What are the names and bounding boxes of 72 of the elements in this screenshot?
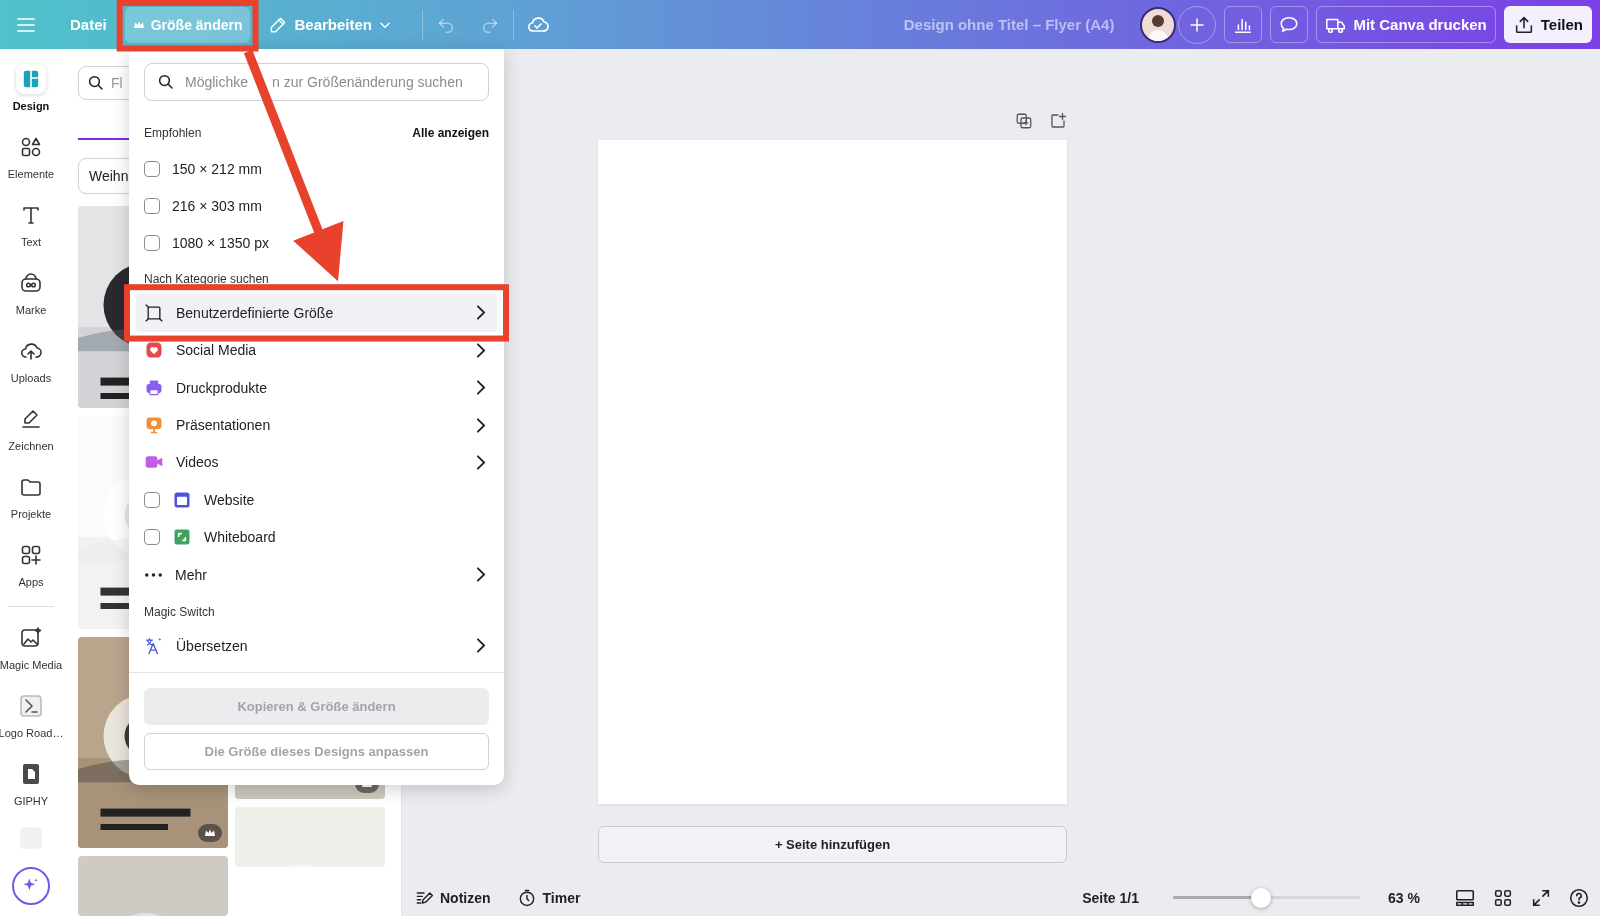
checkbox[interactable]: [144, 235, 160, 252]
checkbox[interactable]: [144, 529, 160, 546]
chevron-right-icon: [477, 567, 485, 583]
size-option[interactable]: 1080 × 1350 px: [136, 224, 497, 263]
sidebar-item[interactable]: GIPHY: [0, 757, 62, 825]
sidebar-item[interactable]: Uploads: [0, 334, 62, 402]
chevron-right-icon: [477, 342, 485, 358]
fullscreen-icon[interactable]: [1530, 887, 1552, 909]
placeholder-text: Möglichke: [185, 74, 249, 90]
brand-icon: [19, 271, 43, 295]
plus-icon: [1188, 15, 1207, 34]
add-page-icon[interactable]: [1049, 112, 1067, 130]
category-item[interactable]: Benutzerdefinierte Größe: [136, 294, 497, 332]
category-item[interactable]: Whiteboard: [136, 518, 497, 556]
category-item[interactable]: Präsentationen: [136, 406, 497, 444]
sidebar-item[interactable]: Design: [0, 62, 62, 130]
search-field[interactable]: Möglichke n zur Größenänderung suchen: [144, 63, 489, 101]
timer-button[interactable]: Timer: [512, 884, 585, 912]
sidebar-item[interactable]: Elemente: [0, 130, 62, 198]
category-item[interactable]: Website: [136, 481, 497, 519]
sidebar-item[interactable]: Logo Road…: [0, 689, 62, 757]
placeholder-text: n zur Größenänderung suchen: [272, 74, 463, 90]
section-heading: Empfohlen: [144, 126, 202, 140]
chevron-right-icon: [477, 638, 485, 654]
size-option[interactable]: 216 × 303 mm: [136, 187, 497, 225]
category-item[interactable]: Druckprodukte: [136, 368, 497, 407]
apps-icon: [19, 543, 43, 567]
sidebar-item[interactable]: Text: [0, 198, 62, 266]
category-item[interactable]: Social Media: [136, 331, 497, 369]
category-item[interactable]: Videos: [136, 443, 497, 482]
duplicate-page-icon[interactable]: [1015, 112, 1033, 130]
chevron-right-icon: [477, 305, 485, 321]
page-indicator: Seite 1/1: [1082, 890, 1139, 906]
magic-button[interactable]: [12, 867, 50, 905]
category-item[interactable]: Mehr: [136, 555, 497, 594]
add-page-button[interactable]: + Seite hinzufügen: [598, 826, 1067, 863]
section-heading: Magic Switch: [144, 605, 215, 620]
zoom-percentage[interactable]: 63 %: [1388, 890, 1432, 906]
sidebar-item[interactable]: Projekte: [0, 470, 62, 538]
checkbox[interactable]: [144, 491, 160, 508]
checkbox[interactable]: [144, 198, 160, 215]
image-sparkle-icon: [19, 626, 43, 650]
shapes-icon: [19, 135, 43, 159]
more-icon: [145, 572, 162, 577]
sidebar-item[interactable]: Zeichnen: [0, 402, 62, 470]
insights-button[interactable]: [1224, 6, 1263, 43]
resize-icon: [144, 302, 164, 323]
slider-thumb[interactable]: [1250, 888, 1271, 908]
show-all-link[interactable]: Alle anzeigen: [412, 126, 489, 140]
print-button[interactable]: Mit Canva drucken: [1316, 6, 1496, 43]
checkbox[interactable]: [144, 160, 160, 177]
zoom-slider[interactable]: [1173, 888, 1360, 908]
comments-button[interactable]: [1270, 6, 1309, 43]
page-view-icon[interactable]: [1454, 887, 1476, 909]
sidebar-item[interactable]: Marke: [0, 266, 62, 334]
category-item[interactable]: Übersetzen: [136, 627, 497, 665]
search-icon: [157, 73, 175, 91]
translate-icon: [144, 636, 164, 656]
chevron-right-icon: [477, 417, 485, 433]
section-heading: Nach Kategorie suchen: [144, 272, 269, 287]
chevron-right-icon: [477, 380, 485, 396]
notes-button[interactable]: Notizen: [410, 884, 495, 912]
help-icon[interactable]: [1568, 887, 1590, 909]
pen-icon: [19, 407, 43, 431]
share-button[interactable]: Teilen: [1503, 6, 1592, 43]
grid-view-icon[interactable]: [1492, 887, 1514, 909]
chevron-right-icon: [477, 454, 485, 470]
search-icon: [87, 74, 105, 92]
sidebar-item[interactable]: Magic Media: [0, 621, 62, 689]
size-option[interactable]: 150 × 212 mm: [136, 150, 497, 188]
sidebar-item[interactable]: Apps: [0, 538, 62, 606]
avatar[interactable]: [1140, 6, 1177, 43]
